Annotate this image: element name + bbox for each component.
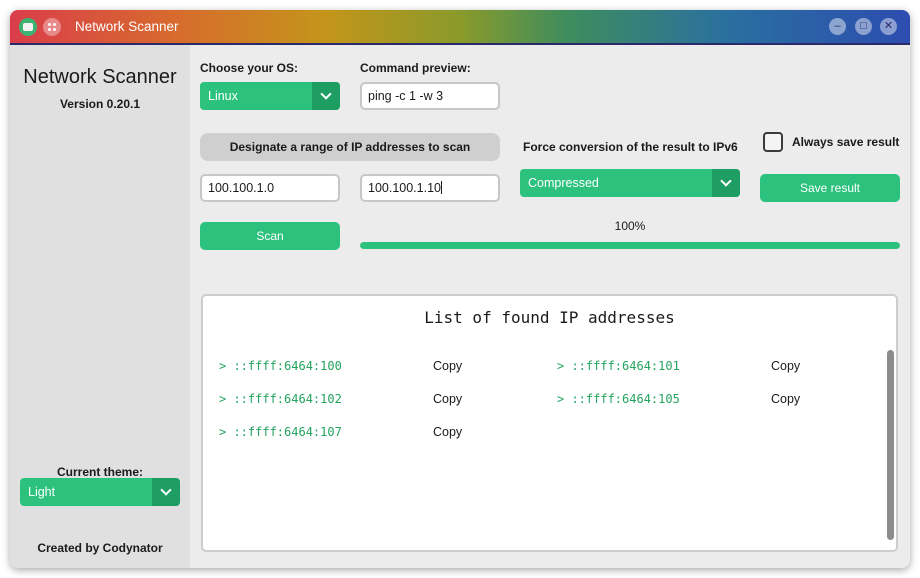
save-result-button[interactable]: Save result bbox=[760, 174, 900, 202]
copy-button[interactable]: Copy bbox=[433, 359, 462, 373]
app-name: Network Scanner bbox=[23, 66, 177, 88]
progress-text: 100% bbox=[614, 219, 646, 233]
maximize-icon[interactable]: □ bbox=[855, 18, 872, 35]
minimize-icon[interactable]: – bbox=[829, 18, 846, 35]
chevron-down-icon[interactable] bbox=[712, 169, 740, 197]
results-panel: List of found IP addresses > ::ffff:6464… bbox=[201, 294, 898, 552]
ip-address-item: > ::ffff:6464:107 bbox=[219, 425, 342, 439]
always-save-label: Always save result bbox=[792, 135, 900, 149]
chevron-down-icon[interactable] bbox=[152, 478, 180, 506]
chevron-down-icon[interactable] bbox=[312, 82, 340, 110]
copy-button[interactable]: Copy bbox=[771, 392, 800, 406]
ip-address-item: > ::ffff:6464:100 bbox=[219, 359, 342, 373]
window-title: Network Scanner bbox=[75, 19, 179, 34]
theme-value: Light bbox=[28, 485, 56, 499]
always-save-checkbox[interactable] bbox=[763, 132, 783, 152]
ip-address-item: > ::ffff:6464:101 bbox=[557, 359, 680, 373]
conversion-dropdown[interactable]: Compressed bbox=[520, 169, 740, 197]
scan-button[interactable]: Scan bbox=[200, 222, 340, 250]
start-ip-field[interactable]: 100.100.1.0 bbox=[200, 174, 340, 202]
results-scrollbar[interactable] bbox=[887, 350, 894, 540]
results-title: List of found IP addresses bbox=[424, 308, 675, 327]
sidebar: Network Scanner Version 0.20.1 Current t… bbox=[10, 45, 190, 568]
ip-address-item: > ::ffff:6464:102 bbox=[219, 392, 342, 406]
ip-address-item: > ::ffff:6464:105 bbox=[557, 392, 680, 406]
conversion-label: Force conversion of the result to IPv6 bbox=[523, 140, 738, 154]
os-label: Choose your OS: bbox=[200, 61, 299, 75]
end-ip-value: 100.100.1.10 bbox=[368, 181, 441, 195]
command-label: Command preview: bbox=[360, 61, 471, 75]
theme-dropdown[interactable]: Light bbox=[20, 478, 180, 506]
conversion-value: Compressed bbox=[528, 176, 599, 190]
credit-label: Created by Codynator bbox=[37, 541, 163, 555]
os-value: Linux bbox=[208, 89, 238, 103]
os-dropdown[interactable]: Linux bbox=[200, 82, 340, 110]
designate-range-button[interactable]: Designate a range of IP addresses to sca… bbox=[200, 133, 500, 161]
close-icon[interactable]: ✕ bbox=[880, 18, 897, 35]
end-ip-field[interactable]: 100.100.1.10 bbox=[360, 174, 500, 202]
app-window: Network Scanner – □ ✕ Network Scanner Ve… bbox=[10, 10, 910, 568]
text-cursor bbox=[441, 181, 442, 194]
copy-button[interactable]: Copy bbox=[771, 359, 800, 373]
theme-label: Current theme: bbox=[56, 465, 143, 479]
title-bar[interactable]: Network Scanner – □ ✕ bbox=[10, 10, 910, 45]
app-icon bbox=[19, 18, 37, 36]
version-label: Version 0.20.1 bbox=[59, 97, 141, 111]
copy-button[interactable]: Copy bbox=[433, 425, 462, 439]
command-preview-field[interactable]: ping -c 1 -w 3 bbox=[360, 82, 500, 110]
copy-button[interactable]: Copy bbox=[433, 392, 462, 406]
progress-fill bbox=[360, 242, 900, 249]
progress-bar bbox=[360, 242, 900, 249]
menu-dots-icon[interactable] bbox=[43, 18, 61, 36]
